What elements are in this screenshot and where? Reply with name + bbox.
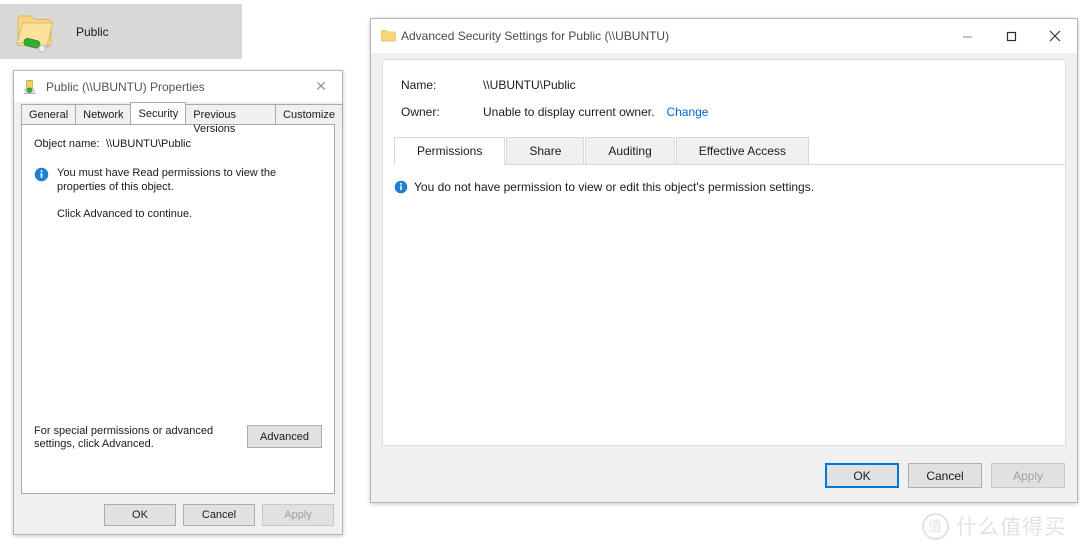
permission-notice: You do not have permission to view or ed… — [394, 179, 1065, 194]
object-name-row: Object name: \\UBUNTU\Public — [34, 138, 334, 150]
advanced-window-title: Advanced Security Settings for Public (\… — [401, 29, 670, 43]
advanced-continue-note: Click Advanced to continue. — [57, 208, 193, 220]
advanced-button[interactable]: Advanced — [247, 425, 322, 448]
info-icon — [34, 167, 49, 182]
tab-customize[interactable]: Customize — [275, 104, 343, 124]
tab-share[interactable]: Share — [506, 137, 585, 164]
cancel-button[interactable]: Cancel — [908, 463, 982, 488]
apply-button: Apply — [991, 463, 1065, 488]
tab-previous-versions[interactable]: Previous Versions — [185, 104, 277, 135]
tab-permissions[interactable]: Permissions — [394, 137, 506, 165]
advanced-hint-text: For special permissions or advanced sett… — [34, 425, 214, 450]
tab-network[interactable]: Network — [75, 104, 132, 124]
info-icon — [394, 180, 408, 194]
object-name-label: Object name: — [34, 138, 100, 150]
name-value: \\UBUNTU\Public — [483, 78, 576, 92]
change-owner-link[interactable]: Change — [666, 105, 708, 119]
shared-folder-icon — [10, 9, 62, 55]
network-drive-icon — [23, 79, 39, 95]
advanced-settings-row: For special permissions or advanced sett… — [34, 425, 322, 451]
advanced-titlebar[interactable]: Advanced Security Settings for Public (\… — [371, 19, 1077, 53]
window-caption-buttons — [945, 19, 1077, 53]
properties-tabstrip: General Network Security Previous Versio… — [14, 102, 343, 135]
properties-titlebar[interactable]: Public (\\UBUNTU) Properties ✕ — [14, 71, 342, 102]
tab-security[interactable]: Security — [130, 102, 187, 124]
security-tab-panel: Object name: \\UBUNTU\Public You must ha… — [21, 124, 335, 494]
permissions-info-text: You must have Read permissions to view t… — [57, 167, 277, 193]
maximize-icon[interactable] — [989, 19, 1033, 53]
name-label: Name: — [401, 78, 437, 92]
advanced-tabstrip: Permissions Share Auditing Effective Acc… — [394, 137, 1065, 165]
close-icon[interactable] — [1033, 19, 1077, 53]
watermark-text: 什么值得买 — [956, 516, 1066, 539]
properties-title: Public (\\UBUNTU) Properties — [46, 79, 205, 94]
properties-footer: OK Cancel Apply — [104, 504, 334, 526]
permission-notice-text: You do not have permission to view or ed… — [414, 179, 815, 194]
owner-row: Owner: Unable to display current owner. … — [401, 105, 1065, 119]
close-icon[interactable]: ✕ — [300, 71, 342, 102]
permissions-info-block: You must have Read permissions to view t… — [34, 166, 334, 194]
owner-value: Unable to display current owner. — [483, 105, 655, 119]
name-row: Name: \\UBUNTU\Public — [401, 78, 1065, 92]
object-name-value: \\UBUNTU\Public — [106, 138, 191, 150]
minimize-icon[interactable] — [945, 19, 989, 53]
cancel-button[interactable]: Cancel — [183, 504, 255, 526]
tab-general[interactable]: General — [21, 104, 77, 124]
ok-button[interactable]: OK — [104, 504, 176, 526]
folder-item-label: Public — [76, 24, 109, 39]
tab-auditing[interactable]: Auditing — [585, 137, 675, 164]
folder-list-item[interactable]: Public — [0, 4, 242, 59]
advanced-content-panel: Name: \\UBUNTU\Public Owner: Unable to d… — [382, 59, 1066, 446]
tab-effective-access[interactable]: Effective Access — [675, 137, 809, 164]
ok-button[interactable]: OK — [825, 463, 899, 488]
advanced-footer: OK Cancel Apply — [825, 463, 1065, 488]
watermark-badge: 值 — [922, 512, 949, 540]
advanced-security-settings-window: Advanced Security Settings for Public (\… — [370, 18, 1078, 503]
owner-label: Owner: — [401, 105, 440, 119]
properties-dialog: Public (\\UBUNTU) Properties ✕ General N… — [13, 70, 343, 535]
watermark: 值 什么值得买 — [922, 511, 1066, 541]
folder-icon — [380, 28, 396, 42]
apply-button: Apply — [262, 504, 334, 526]
